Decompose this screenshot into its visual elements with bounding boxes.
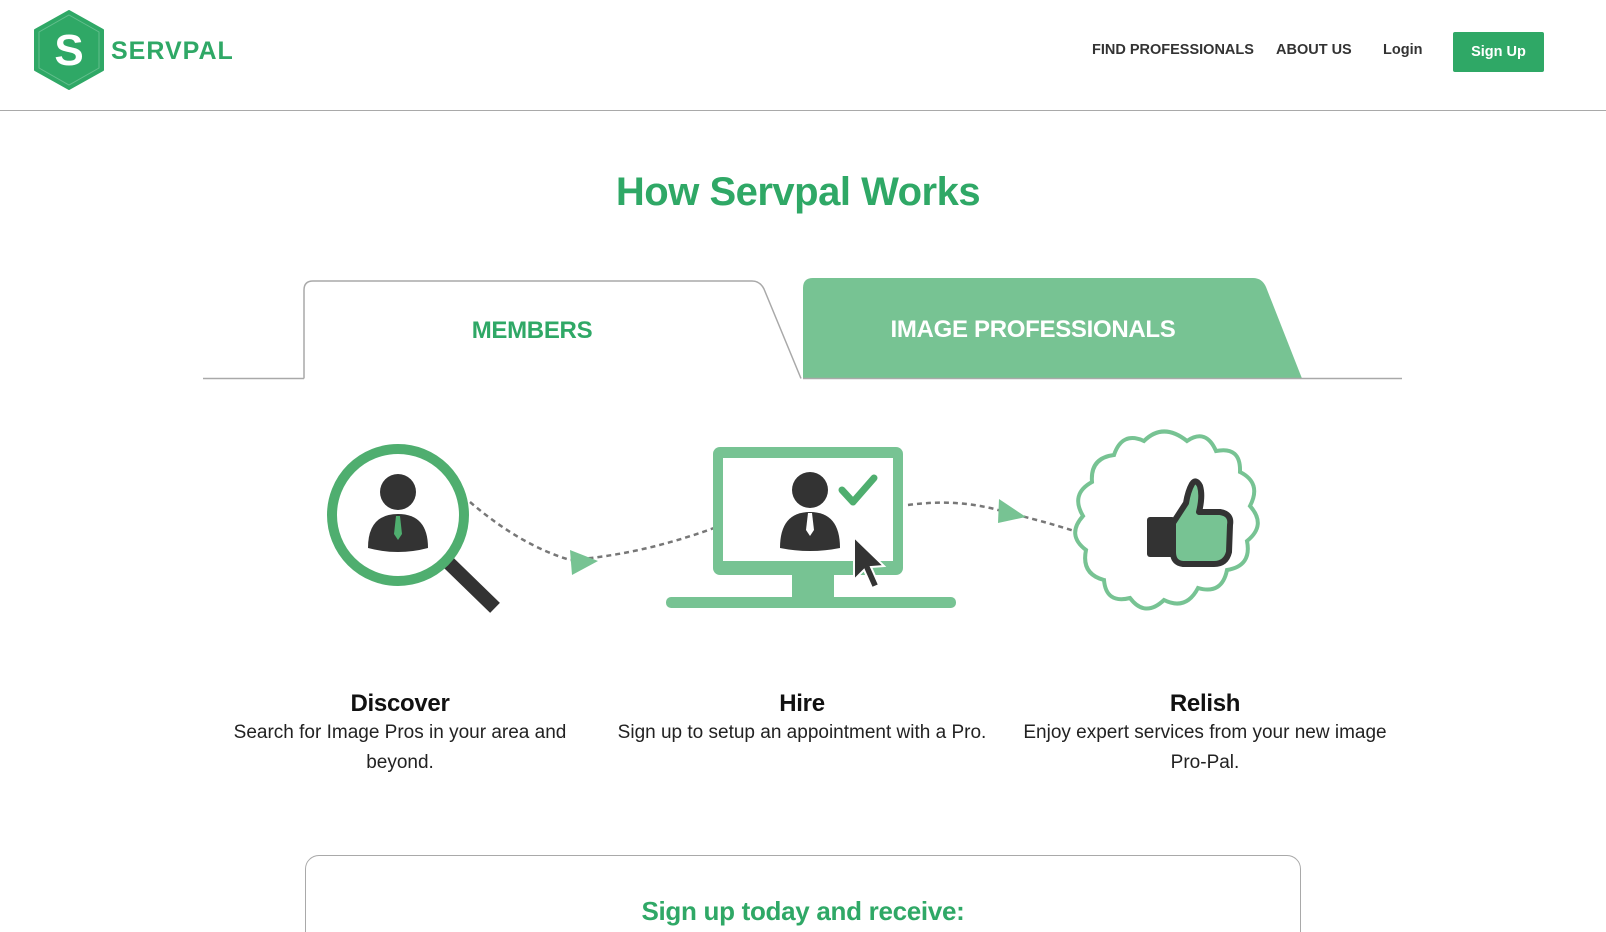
nav-login[interactable]: Login xyxy=(1383,42,1422,58)
page-title: How Servpal Works xyxy=(615,170,981,214)
connector-arrow-1 xyxy=(570,550,598,575)
step-description: Enjoy expert services from your new imag… xyxy=(1023,722,1387,773)
servpal-logo[interactable]: S SERVPAL xyxy=(33,9,234,91)
step-description: Search for Image Pros in your area and b… xyxy=(233,722,567,773)
magnifier-person-icon xyxy=(327,444,500,613)
steps-illustration xyxy=(327,429,1260,613)
step-hire: Hire Sign up to setup an appointment wit… xyxy=(607,690,997,748)
step-title: Relish xyxy=(1169,690,1241,717)
thumbs-up-badge-icon xyxy=(1073,429,1260,611)
logo-letter: S xyxy=(54,26,83,75)
step-description: Sign up to setup an appointment with a P… xyxy=(617,722,987,743)
promo-box: Sign up today and receive: xyxy=(305,855,1301,932)
site-header: S SERVPAL FIND PROFESSIONALS ABOUT US Lo… xyxy=(0,0,1606,111)
monitor-hire-icon xyxy=(666,447,956,608)
sign-up-button[interactable]: Sign Up xyxy=(1453,32,1544,72)
step-relish: Relish Enjoy expert services from your n… xyxy=(1010,690,1400,778)
logo-text: SERVPAL xyxy=(111,36,234,65)
step-title: Discover xyxy=(350,690,450,717)
nav-find-professionals[interactable]: FIND PROFESSIONALS xyxy=(1092,42,1254,58)
connector-1 xyxy=(469,501,715,562)
step-discover: Discover Search for Image Pros in your a… xyxy=(205,690,595,778)
logo-hexagon-icon: S xyxy=(34,10,104,90)
step-title: Hire xyxy=(779,690,825,717)
tab-image-professionals[interactable]: IMAGE PROFESSIONALS xyxy=(803,316,1263,344)
nav-about-us[interactable]: ABOUT US xyxy=(1276,42,1352,58)
connector-arrow-2 xyxy=(998,499,1026,523)
tab-members[interactable]: MEMBERS xyxy=(303,317,761,345)
promo-title: Sign up today and receive: xyxy=(641,896,965,926)
